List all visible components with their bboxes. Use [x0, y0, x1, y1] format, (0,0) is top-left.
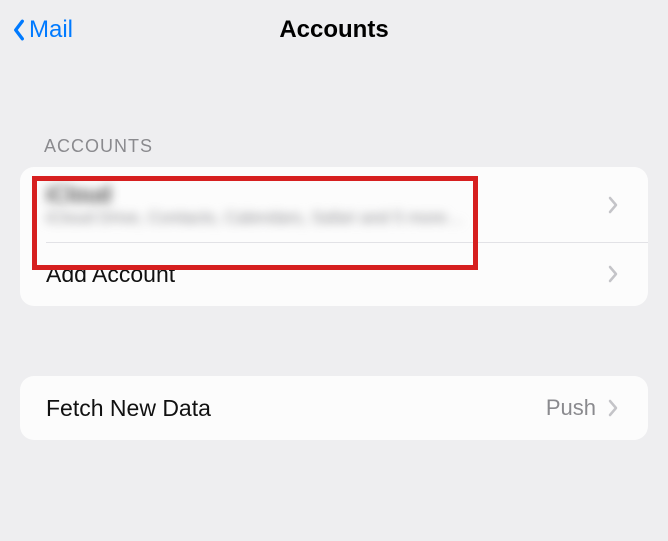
page-title: Accounts: [279, 16, 388, 44]
add-account-label: Add Account: [46, 261, 604, 288]
account-row[interactable]: iCloud iCloud Drive, Contacts, Calendars…: [20, 167, 648, 242]
fetch-value: Push: [546, 395, 596, 421]
add-account-row[interactable]: Add Account: [20, 242, 648, 306]
back-label: Mail: [29, 16, 73, 44]
chevron-right-icon: [604, 394, 622, 422]
fetch-group: Fetch New Data Push: [20, 376, 648, 440]
chevron-right-icon: [604, 260, 622, 288]
chevron-right-icon: [604, 191, 622, 219]
navbar: Mail Accounts: [0, 0, 668, 60]
account-services: iCloud Drive, Contacts, Calendars, Safar…: [46, 208, 604, 228]
account-name: iCloud: [46, 181, 604, 208]
fetch-new-data-row[interactable]: Fetch New Data Push: [20, 376, 648, 440]
chevron-left-icon: [10, 16, 28, 44]
back-button[interactable]: Mail: [10, 0, 73, 60]
fetch-label: Fetch New Data: [46, 395, 546, 422]
accounts-group: iCloud iCloud Drive, Contacts, Calendars…: [20, 167, 648, 306]
section-header-accounts: ACCOUNTS: [0, 60, 668, 167]
account-row-content: iCloud iCloud Drive, Contacts, Calendars…: [46, 181, 604, 228]
